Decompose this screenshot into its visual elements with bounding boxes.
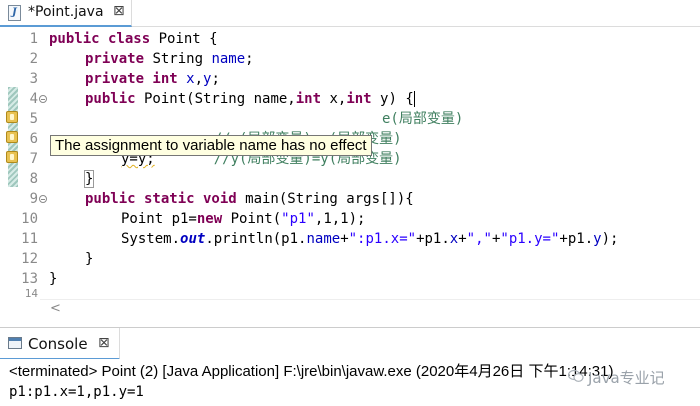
console-output-line: p1:p1.x=1,p1.y=1	[9, 384, 144, 400]
line-number: 12	[21, 251, 38, 267]
line-number: 6	[29, 131, 38, 147]
java-file-icon: J	[8, 5, 21, 21]
code-editor[interactable]: 1 public class Point { 2 private String …	[0, 27, 700, 318]
close-icon[interactable]: ⊠	[113, 3, 125, 19]
console-status-line: <terminated> Point (2) [Java Application…	[9, 363, 614, 380]
line-number: 5	[29, 111, 38, 127]
fold-toggle-icon[interactable]	[39, 195, 47, 203]
wechat-icon	[568, 369, 584, 382]
line-number: 10	[21, 211, 38, 227]
line-number: 8	[29, 171, 38, 187]
code-text[interactable]: e(局部变量)	[382, 109, 463, 129]
code-line: 13 }	[0, 269, 700, 289]
scroll-left-icon[interactable]: <	[50, 301, 61, 316]
console-tab-bar: Console ⊠	[0, 327, 700, 360]
code-line: 12 }	[0, 249, 700, 269]
code-line: 3 private int x,y;	[0, 69, 700, 89]
line-number: 4	[29, 91, 38, 107]
line-number: 1	[29, 31, 38, 47]
editor-tab-bar: J *Point.java ⊠	[0, 0, 700, 27]
code-text[interactable]: }	[85, 249, 93, 269]
close-icon[interactable]: ⊠	[98, 335, 110, 351]
console-icon	[8, 337, 22, 349]
code-text[interactable]: public Point(String name,int x,int y) {	[85, 89, 415, 109]
code-line: 8 }	[0, 169, 700, 189]
line-number: 14	[24, 287, 38, 299]
code-line: 10 Point p1=new Point("p1",1,1);	[0, 209, 700, 229]
warning-tooltip: The assignment to variable name has no e…	[50, 135, 372, 156]
console-tab[interactable]: Console ⊠	[0, 328, 120, 360]
editor-tab-point-java[interactable]: J *Point.java ⊠	[0, 0, 132, 27]
text-caret	[413, 91, 415, 107]
line-number: 9	[29, 191, 38, 207]
code-text[interactable]: public class Point {	[49, 29, 218, 49]
line-number: 3	[29, 71, 38, 87]
code-line: 5 e(局部变量)	[0, 109, 700, 129]
code-text[interactable]: System.out.println(p1.name+":p1.x="+p1.x…	[121, 229, 618, 249]
code-text[interactable]: public static void main(String args[]){	[85, 189, 414, 209]
watermark-text: Java专业记	[588, 369, 665, 387]
code-text[interactable]: Point p1=new Point("p1",1,1);	[121, 209, 365, 229]
code-text[interactable]: private String name;	[85, 49, 254, 69]
editor-tab-label: *Point.java	[28, 4, 104, 20]
horizontal-scrollbar[interactable]: <	[40, 299, 700, 318]
line-number: 7	[29, 151, 38, 167]
line-number: 13	[21, 271, 38, 287]
code-line: 14	[0, 287, 700, 299]
code-line: 2 private String name;	[0, 49, 700, 69]
code-line: 11 System.out.println(p1.name+":p1.x="+p…	[0, 229, 700, 249]
code-text[interactable]: private int x,y;	[85, 69, 220, 89]
fold-toggle-icon[interactable]	[39, 95, 47, 103]
line-number: 11	[21, 231, 38, 247]
code-line: 1 public class Point {	[0, 29, 700, 49]
code-line: 9 public static void main(String args[])…	[0, 189, 700, 209]
code-text[interactable]: }	[49, 269, 57, 289]
code-line: 4 public Point(String name,int x,int y) …	[0, 89, 700, 109]
code-text[interactable]: }	[83, 169, 95, 189]
line-number: 2	[29, 51, 38, 67]
console-tab-label: Console	[28, 335, 88, 353]
